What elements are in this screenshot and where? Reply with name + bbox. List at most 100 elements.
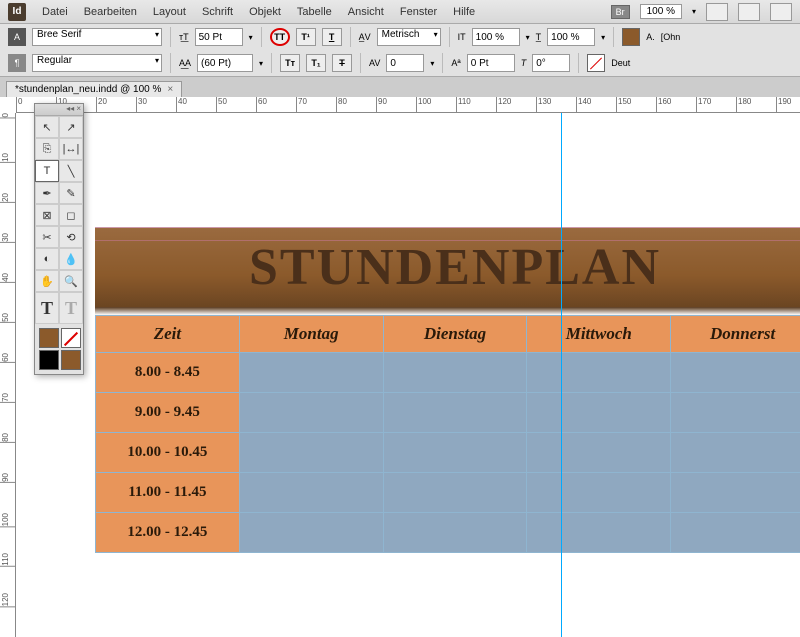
fill-color-swatch[interactable] bbox=[39, 328, 59, 348]
header-montag[interactable]: Montag bbox=[239, 316, 383, 353]
font-style-select[interactable]: Regular bbox=[32, 54, 162, 72]
language-select[interactable]: Deut bbox=[611, 58, 630, 68]
cell[interactable] bbox=[239, 353, 383, 393]
direct-selection-tool[interactable]: ↗ bbox=[59, 116, 83, 138]
guide-vertical[interactable] bbox=[561, 113, 562, 637]
cell[interactable] bbox=[671, 473, 800, 513]
zoom-tool[interactable]: 🔍 bbox=[59, 270, 83, 292]
strikethrough-button[interactable]: T bbox=[332, 54, 352, 72]
menu-layout[interactable]: Layout bbox=[153, 6, 186, 18]
selection-tool[interactable]: ↖ bbox=[35, 116, 59, 138]
zoom-level[interactable]: 100 % bbox=[640, 4, 682, 19]
menu-bearbeiten[interactable]: Bearbeiten bbox=[84, 6, 137, 18]
menu-fenster[interactable]: Fenster bbox=[400, 6, 437, 18]
text-stroke-swatch[interactable] bbox=[587, 54, 605, 72]
apply-color[interactable] bbox=[61, 350, 81, 370]
line-tool[interactable]: ╲ bbox=[59, 160, 83, 182]
all-caps-button[interactable]: TT bbox=[270, 28, 290, 46]
default-colors[interactable] bbox=[39, 350, 59, 370]
cell[interactable] bbox=[383, 473, 527, 513]
eyedropper-tool[interactable]: 💧 bbox=[59, 248, 83, 270]
table-row: 12.00 - 12.45 bbox=[96, 513, 800, 553]
baseline-icon: Aª bbox=[451, 58, 460, 68]
kerning-select[interactable]: Metrisch bbox=[377, 28, 441, 46]
hand-tool[interactable]: ✋ bbox=[35, 270, 59, 292]
bridge-button[interactable]: Br bbox=[611, 5, 630, 19]
rectangle-tool[interactable]: ◻ bbox=[59, 204, 83, 226]
menu-schrift[interactable]: Schrift bbox=[202, 6, 233, 18]
cell[interactable] bbox=[527, 473, 671, 513]
cell[interactable] bbox=[527, 353, 671, 393]
menu-ansicht[interactable]: Ansicht bbox=[348, 6, 384, 18]
stroke-type-indicator[interactable]: T bbox=[59, 292, 83, 324]
time-cell[interactable]: 10.00 - 10.45 bbox=[96, 433, 240, 473]
document-content: STUNDENPLAN Zeit Montag Dienstag Mittwoc… bbox=[95, 227, 800, 553]
stroke-color-swatch[interactable] bbox=[61, 328, 81, 348]
cell[interactable] bbox=[671, 393, 800, 433]
cell[interactable] bbox=[671, 353, 800, 393]
menu-hilfe[interactable]: Hilfe bbox=[453, 6, 475, 18]
cell[interactable] bbox=[527, 433, 671, 473]
font-family-select[interactable]: Bree Serif bbox=[32, 28, 162, 46]
cell[interactable] bbox=[671, 513, 800, 553]
hscale-field[interactable]: 100 % bbox=[547, 28, 595, 46]
cell[interactable] bbox=[671, 433, 800, 473]
rectangle-frame-tool[interactable]: ⊠ bbox=[35, 204, 59, 226]
cell[interactable] bbox=[239, 433, 383, 473]
type-tool[interactable]: T bbox=[35, 160, 59, 182]
baseline-field[interactable]: 0 Pt bbox=[467, 54, 515, 72]
font-size-field[interactable]: 50 Pt bbox=[195, 28, 243, 46]
char-format-icon[interactable]: A bbox=[8, 28, 26, 46]
skew-field[interactable]: 0° bbox=[532, 54, 570, 72]
cell[interactable] bbox=[239, 513, 383, 553]
page-tool[interactable]: ⎘ bbox=[35, 138, 59, 160]
gap-tool[interactable]: |↔| bbox=[59, 138, 83, 160]
small-caps-button[interactable]: Tᴛ bbox=[280, 54, 300, 72]
view-options-icon[interactable] bbox=[706, 3, 728, 21]
hscale-icon: T̲ bbox=[536, 32, 542, 42]
time-cell[interactable]: 11.00 - 11.45 bbox=[96, 473, 240, 513]
cell[interactable] bbox=[383, 433, 527, 473]
gradient-swatch-tool[interactable]: ◐ bbox=[35, 248, 59, 270]
menu-datei[interactable]: Datei bbox=[42, 6, 68, 18]
header-mittwoch[interactable]: Mittwoch bbox=[527, 316, 671, 353]
screen-mode-icon[interactable] bbox=[738, 3, 760, 21]
schedule-table[interactable]: Zeit Montag Dienstag Mittwoch Donnerst 8… bbox=[95, 315, 800, 553]
header-dienstag[interactable]: Dienstag bbox=[383, 316, 527, 353]
transform-tool[interactable]: ⟲ bbox=[59, 226, 83, 248]
cell[interactable] bbox=[239, 393, 383, 433]
cell[interactable] bbox=[239, 473, 383, 513]
fill-type-indicator[interactable]: T bbox=[35, 292, 59, 324]
cell[interactable] bbox=[383, 353, 527, 393]
cell[interactable] bbox=[527, 513, 671, 553]
arrange-icon[interactable] bbox=[770, 3, 792, 21]
close-tab-icon[interactable]: × bbox=[167, 84, 173, 95]
text-fill-swatch[interactable] bbox=[622, 28, 640, 46]
leading-field[interactable]: (60 Pt) bbox=[197, 54, 253, 72]
time-cell[interactable]: 9.00 - 9.45 bbox=[96, 393, 240, 433]
document-tab[interactable]: *stundenplan_neu.indd @ 100 % × bbox=[6, 81, 182, 97]
header-zeit[interactable]: Zeit bbox=[96, 316, 240, 353]
subscript-button[interactable]: T₁ bbox=[306, 54, 326, 72]
tools-panel-header[interactable]: ◂◂ × bbox=[35, 104, 83, 116]
cell[interactable] bbox=[527, 393, 671, 433]
para-format-icon[interactable]: ¶ bbox=[8, 54, 26, 72]
char-style-value[interactable]: [Ohn bbox=[661, 32, 681, 42]
pencil-tool[interactable]: ✎ bbox=[59, 182, 83, 204]
cell[interactable] bbox=[383, 513, 527, 553]
tracking-field[interactable]: 0 bbox=[386, 54, 424, 72]
time-cell[interactable]: 8.00 - 8.45 bbox=[96, 353, 240, 393]
vscale-field[interactable]: 100 % bbox=[472, 28, 520, 46]
header-donnerstag[interactable]: Donnerst bbox=[671, 316, 800, 353]
kerning-icon: A̲V bbox=[359, 32, 371, 42]
pen-tool[interactable]: ✒ bbox=[35, 182, 59, 204]
title-banner[interactable]: STUNDENPLAN bbox=[95, 227, 800, 307]
superscript-button[interactable]: T¹ bbox=[296, 28, 316, 46]
menu-objekt[interactable]: Objekt bbox=[249, 6, 281, 18]
underline-button[interactable]: T bbox=[322, 28, 342, 46]
app-logo: Id bbox=[8, 3, 26, 21]
menu-tabelle[interactable]: Tabelle bbox=[297, 6, 332, 18]
time-cell[interactable]: 12.00 - 12.45 bbox=[96, 513, 240, 553]
scissors-tool[interactable]: ✂ bbox=[35, 226, 59, 248]
cell[interactable] bbox=[383, 393, 527, 433]
